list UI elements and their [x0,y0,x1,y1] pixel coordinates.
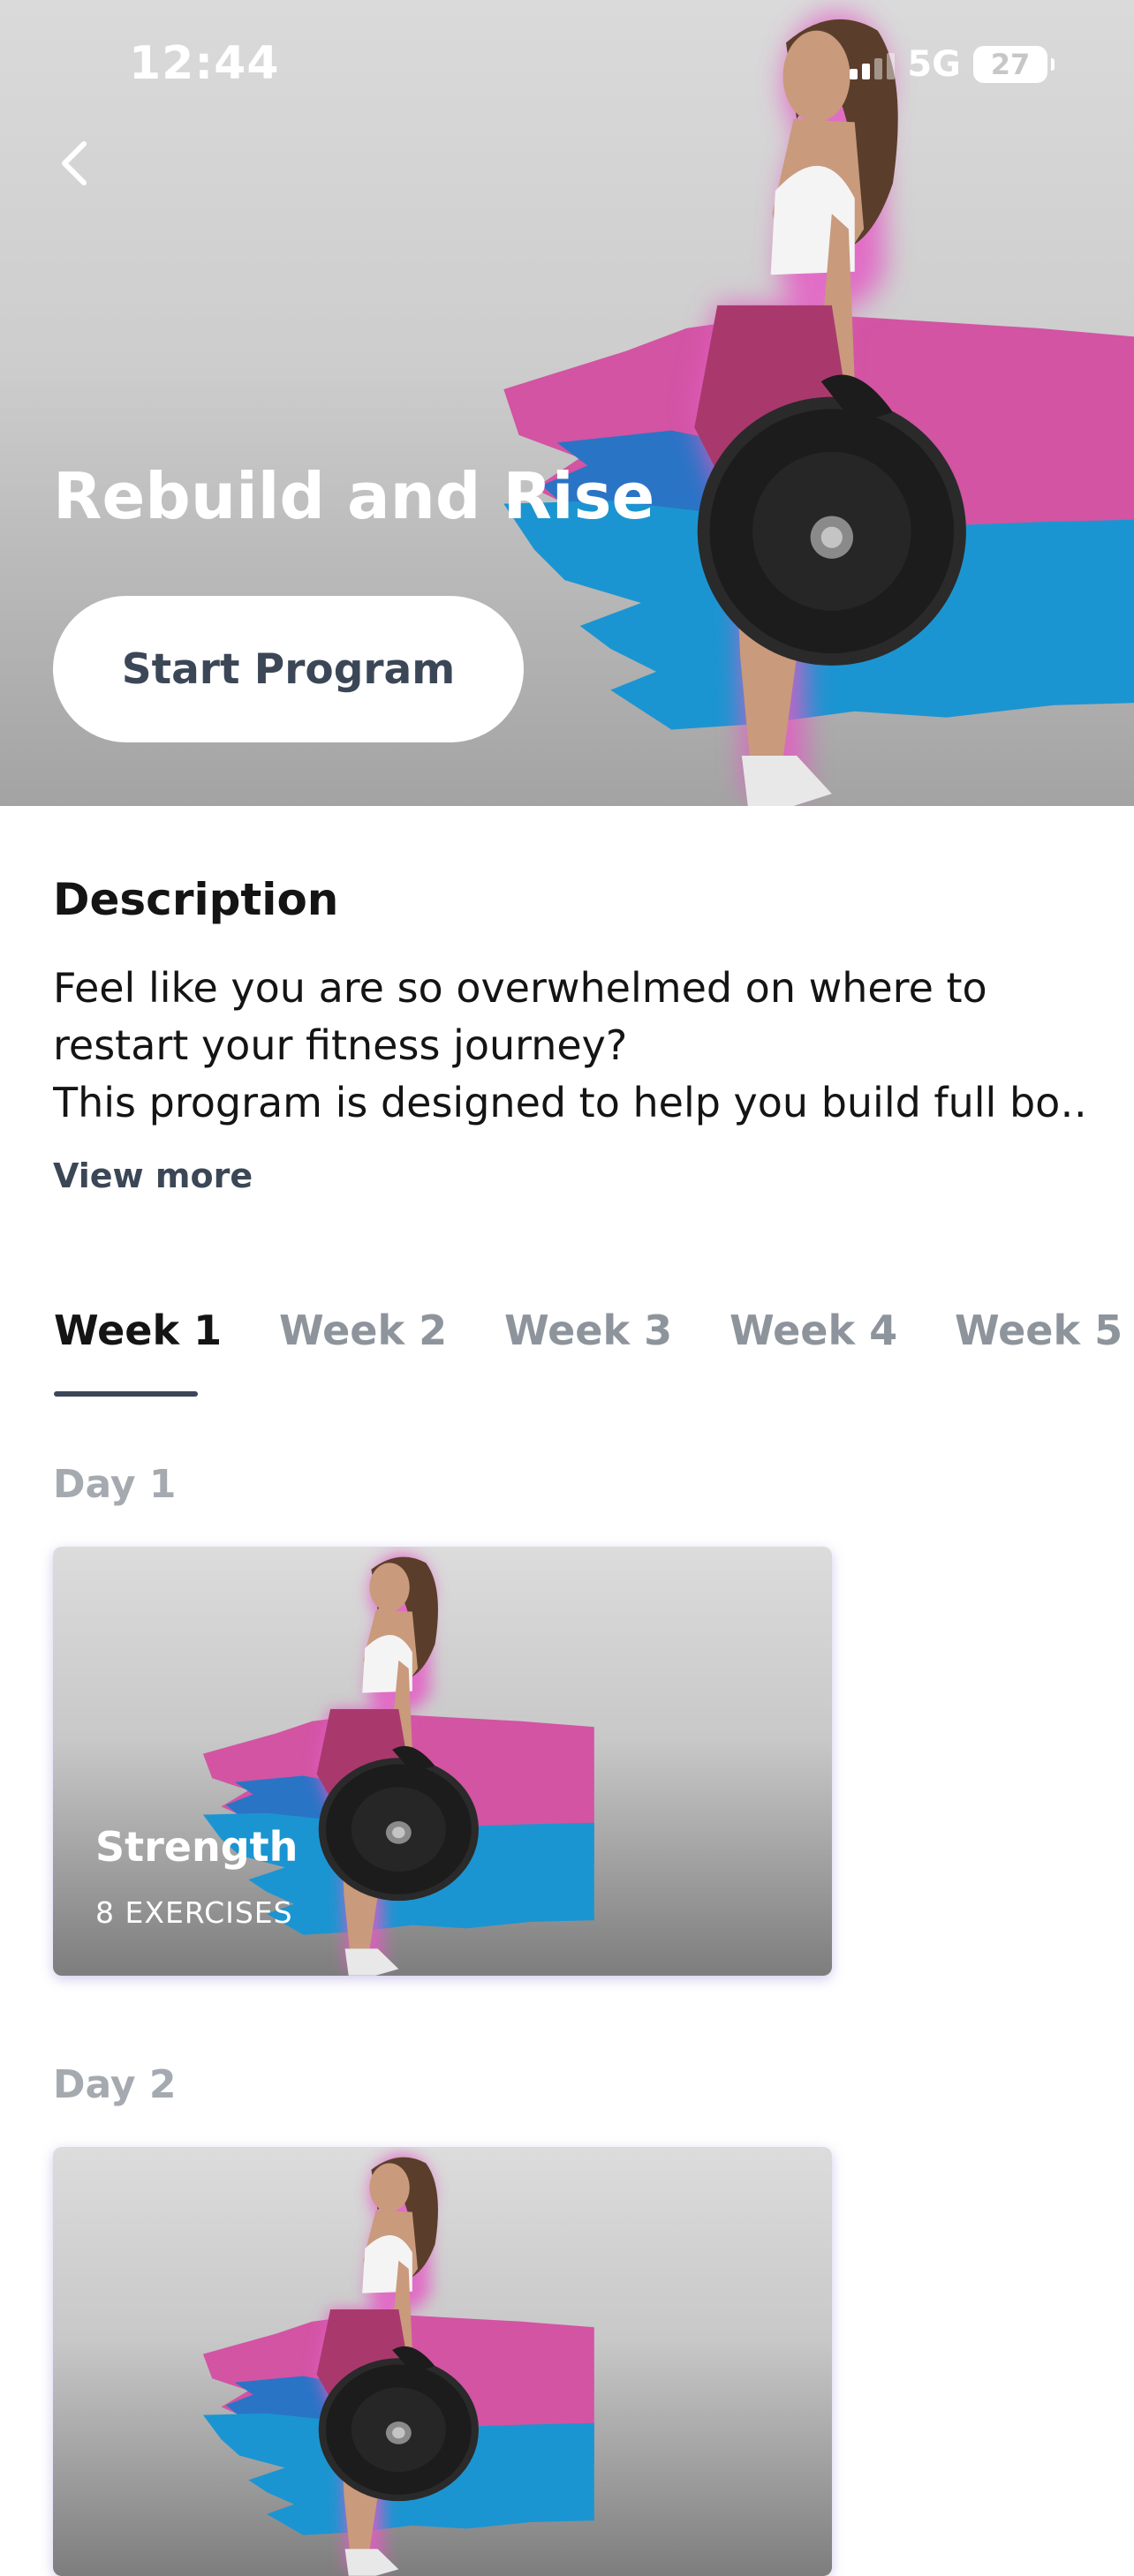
tab-week-5[interactable]: Week 5 [955,1307,1123,1354]
program-title: Rebuild and Rise [53,459,655,533]
network-type: 5G [907,44,961,85]
back-button[interactable] [44,132,106,194]
description-line: restart your fitness journey? [53,1021,628,1069]
week-tabs: Week 1 Week 2 Week 3 Week 4 Week 5 [0,1298,1134,1404]
workout-title: Strength [95,1823,299,1871]
description-line: This program is designed to help you bui… [53,1079,1086,1126]
status-bar: 12:44 5G 27 [0,0,1134,132]
tab-week-2[interactable]: Week 2 [279,1307,447,1354]
view-more-link[interactable]: View more [53,1156,253,1195]
day-label: Day 1 [53,1462,177,1507]
description-line: Feel like you are so overwhelmed on wher… [53,964,987,1012]
signal-strength-icon [850,49,896,79]
workout-image [202,2147,594,2576]
workout-card[interactable]: Strength 8 EXERCISES [53,1547,832,1976]
status-indicators: 5G 27 [850,44,1055,85]
tab-week-1[interactable]: Week 1 [54,1307,222,1354]
start-program-button[interactable]: Start Program [53,596,524,742]
status-time: 12:44 [129,37,280,90]
program-hero: 12:44 5G 27 Rebuild and Rise Start Progr… [0,0,1134,806]
workout-card[interactable] [53,2147,832,2576]
battery-icon: 27 [973,46,1055,83]
chevron-left-icon [62,141,87,185]
active-tab-indicator [54,1391,198,1397]
day-label: Day 2 [53,2062,177,2107]
tab-week-3[interactable]: Week 3 [504,1307,672,1354]
workout-exercise-count: 8 EXERCISES [95,1895,293,1930]
description-text: Feel like you are so overwhelmed on wher… [53,960,1086,1132]
description-heading: Description [53,874,339,925]
battery-level: 27 [990,48,1031,81]
tab-week-4[interactable]: Week 4 [730,1307,897,1354]
